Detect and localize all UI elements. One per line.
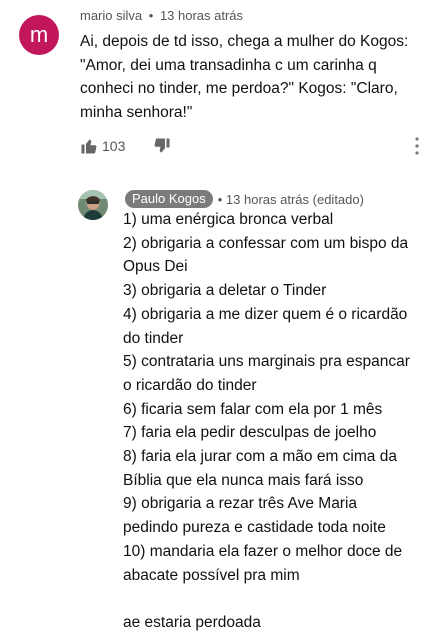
reply-line: 7) faria ela pedir desculpas de joelho <box>123 424 377 442</box>
reply-line: do tinder <box>123 329 184 347</box>
comment-text: Ai, depois de td isso, chega a mulher do… <box>80 33 409 121</box>
reply-line: o ricardão do tinder <box>123 376 257 394</box>
comment-timestamp[interactable]: 13 horas atrás <box>160 8 243 23</box>
author-chip[interactable]: Paulo Kogos <box>125 190 213 208</box>
like-count: 103 <box>102 138 126 154</box>
top-level-comment: m mario silva • 13 horas atrás Ai, depoi… <box>0 0 436 172</box>
thumbs-up-icon[interactable] <box>80 137 98 155</box>
reply-line: Opus Dei <box>123 258 188 276</box>
reply-line: 3) obrigaria a deletar o Tinder <box>123 282 327 300</box>
reply-line: Bíblia que ela nunca mais fará isso <box>123 471 364 489</box>
reply-line: 5) contrataria uns marginais pra espanca… <box>123 353 410 371</box>
comment-actions: 103 <box>80 136 171 156</box>
reply-line: 9) obrigaria a rezar três Ave Maria <box>123 495 358 513</box>
reply-line: 8) faria ela jurar com a mão em cima da <box>123 448 397 466</box>
reply-line: 2) obrigaria a confessar com um bispo da <box>123 234 409 252</box>
avatar[interactable]: m <box>19 15 59 55</box>
more-vert-icon[interactable] <box>415 136 419 156</box>
reply-time-text: 13 horas atrás (editado) <box>225 191 364 207</box>
author-name[interactable]: mario silva <box>80 8 142 23</box>
avatar[interactable] <box>78 190 108 220</box>
comment-meta: mario silva • 13 horas atrás <box>80 8 243 23</box>
meta-separator: • <box>217 191 223 207</box>
thumbs-down-icon[interactable] <box>153 137 171 155</box>
reply-line: 6) ficaria sem falar com ela por 1 mês <box>123 400 383 418</box>
reply-line: 10) mandaria ela fazer o melhor doce de <box>123 542 403 560</box>
reply-closing-line: ae estaria perdoada <box>123 613 261 631</box>
reply-line: pedindo pureza e castidade toda noite <box>123 519 386 537</box>
reply-line: 4) obrigaria a me dizer quem é o ricardã… <box>123 305 408 323</box>
reply-text: 1) uma enérgica bronca verbal 2) obrigar… <box>123 208 429 635</box>
reply-comment: Paulo Kogos • 13 horas atrás (editado) 1… <box>0 172 436 639</box>
meta-separator: • <box>148 8 154 23</box>
reply-line: 1) uma enérgica bronca verbal <box>123 211 334 228</box>
reply-meta: Paulo Kogos • 13 horas atrás (editado) <box>125 190 364 208</box>
reply-timestamp[interactable]: • 13 horas atrás (editado) <box>218 192 364 207</box>
reply-line: abacate possível pra mim <box>123 566 300 584</box>
